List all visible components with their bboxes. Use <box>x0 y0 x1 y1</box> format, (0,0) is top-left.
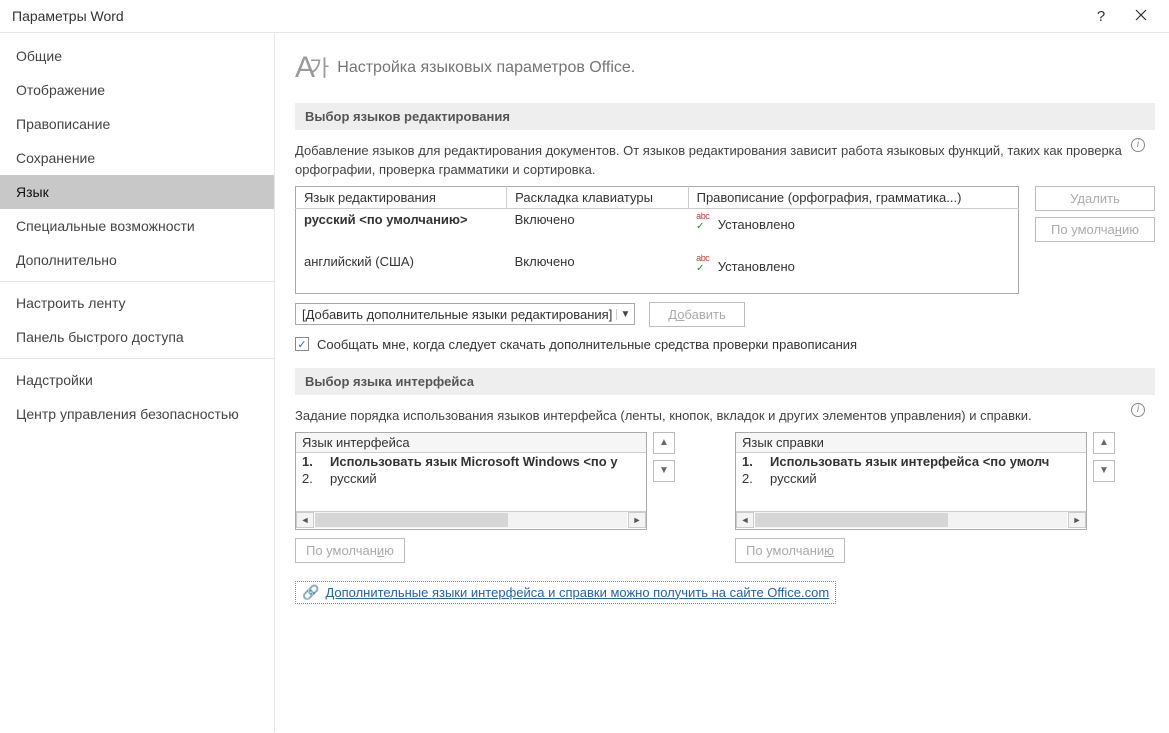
close-button[interactable] <box>1121 9 1161 24</box>
ui-language-list-header: Язык интерфейса <box>296 433 646 453</box>
more-languages-link[interactable]: Дополнительные языки интерфейса и справк… <box>325 585 829 600</box>
main-panel: A가 Настройка языковых параметров Office.… <box>275 33 1169 732</box>
help-language-list[interactable]: Язык справки 1.Использовать язык интерфе… <box>735 432 1087 530</box>
move-up-button[interactable]: ▲ <box>653 432 675 454</box>
notify-download-checkbox[interactable]: ✓ <box>295 337 309 351</box>
proofing-icon: abc✓ <box>696 212 714 232</box>
editing-languages-table[interactable]: Язык редактирования Раскладка клавиатуры… <box>295 186 1019 294</box>
move-up-button[interactable]: ▲ <box>1093 432 1115 454</box>
chevron-down-icon: ▼ <box>616 309 634 320</box>
info-icon[interactable]: i <box>1131 138 1145 152</box>
close-icon <box>1135 9 1147 21</box>
h-scrollbar[interactable]: ◄ ► <box>736 511 1086 529</box>
sidebar-item[interactable]: Правописание <box>0 107 274 141</box>
sidebar-item[interactable]: Панель быстрого доступа <box>0 320 274 354</box>
ui-default-button[interactable]: По умолчанию <box>295 538 405 563</box>
table-row[interactable]: русский <по умолчанию>Включеноabc✓ Устан… <box>296 208 1019 251</box>
ui-language-list[interactable]: Язык интерфейса 1.Использовать язык Micr… <box>295 432 647 530</box>
col-proof[interactable]: Правописание (орфография, грамматика...) <box>688 186 1018 208</box>
notify-download-label: Сообщать мне, когда следует скачать допо… <box>317 337 857 352</box>
sidebar: ОбщиеОтображениеПравописаниеСохранениеЯз… <box>0 33 275 732</box>
sidebar-item[interactable]: Настроить ленту <box>0 286 274 320</box>
page-heading: Настройка языковых параметров Office. <box>337 59 635 77</box>
add-language-button[interactable]: Добавить <box>649 302 745 327</box>
help-language-list-header: Язык справки <box>736 433 1086 453</box>
h-scrollbar[interactable]: ◄ ► <box>296 511 646 529</box>
sidebar-item[interactable]: Специальные возможности <box>0 209 274 243</box>
titlebar: Параметры Word ? <box>0 0 1169 32</box>
set-default-button[interactable]: По умолчанию <box>1035 217 1155 242</box>
list-item[interactable]: 1.Использовать язык интерфейса <по умолч <box>736 453 1086 470</box>
window-title: Параметры Word <box>12 8 1081 24</box>
list-item[interactable]: 2.русский <box>736 470 1086 487</box>
scroll-right-icon[interactable]: ► <box>628 512 646 528</box>
col-lang[interactable]: Язык редактирования <box>296 186 507 208</box>
sidebar-item[interactable]: Центр управления безопасностью <box>0 397 274 431</box>
move-down-button[interactable]: ▼ <box>653 460 675 482</box>
section-editing-languages-header: Выбор языков редактирования <box>295 103 1155 130</box>
move-down-button[interactable]: ▼ <box>1093 460 1115 482</box>
help-default-button[interactable]: По умолчанию <box>735 538 845 563</box>
scroll-left-icon[interactable]: ◄ <box>736 512 754 528</box>
list-item[interactable]: 2.русский <box>296 470 646 487</box>
section-ui-language-header: Выбор языка интерфейса <box>295 368 1155 395</box>
delete-button[interactable]: Удалить <box>1035 186 1155 211</box>
table-row[interactable]: английский (США)Включеноabc✓ Установлено <box>296 251 1019 294</box>
sidebar-item[interactable]: Надстройки <box>0 363 274 397</box>
add-language-combo[interactable]: [Добавить дополнительные языки редактиро… <box>295 303 635 325</box>
help-button[interactable]: ? <box>1081 8 1121 25</box>
scroll-left-icon[interactable]: ◄ <box>296 512 314 528</box>
sidebar-item[interactable]: Дополнительно <box>0 243 274 277</box>
editing-languages-desc: Добавление языков для редактирования док… <box>295 142 1155 180</box>
list-item[interactable]: 1.Использовать язык Microsoft Windows <п… <box>296 453 646 470</box>
sidebar-item[interactable]: Отображение <box>0 73 274 107</box>
sidebar-item[interactable]: Язык <box>0 175 274 209</box>
ui-language-desc: Задание порядка использования языков инт… <box>295 407 1155 426</box>
proofing-icon: abc✓ <box>696 254 714 274</box>
sidebar-item[interactable]: Общие <box>0 39 274 73</box>
scroll-right-icon[interactable]: ► <box>1068 512 1086 528</box>
col-layout[interactable]: Раскладка клавиатуры <box>507 186 688 208</box>
language-logo-icon: A가 <box>295 51 323 85</box>
link-icon: 🔗 <box>302 584 319 601</box>
info-icon[interactable]: i <box>1131 403 1145 417</box>
more-languages-link-row[interactable]: 🔗 Дополнительные языки интерфейса и спра… <box>295 581 836 604</box>
sidebar-item[interactable]: Сохранение <box>0 141 274 175</box>
